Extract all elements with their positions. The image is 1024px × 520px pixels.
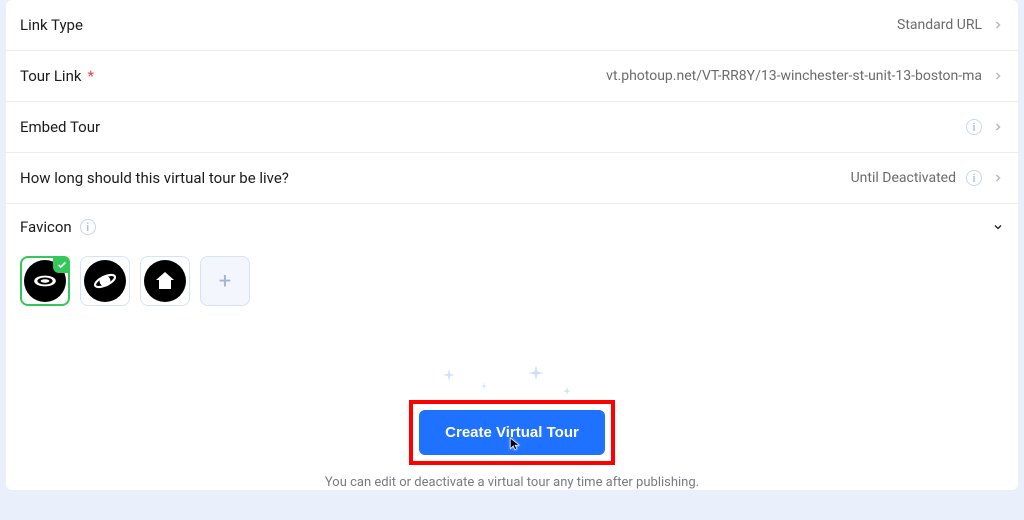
plus-icon: + <box>219 269 231 294</box>
row-duration[interactable]: How long should this virtual tour be liv… <box>6 153 1018 204</box>
highlight-box: Create Virtual Tour <box>409 400 615 465</box>
chevron-right-icon <box>992 121 1004 133</box>
house-icon <box>144 260 186 302</box>
info-icon[interactable]: i <box>80 219 96 235</box>
link-type-label: Link Type <box>20 16 83 34</box>
row-tour-link[interactable]: Tour Link * vt.photoup.net/VT-RR8Y/13-wi… <box>6 51 1018 102</box>
chevron-right-icon <box>992 70 1004 82</box>
favicon-section: Favicon i <box>6 204 1018 328</box>
info-icon[interactable]: i <box>966 119 982 135</box>
settings-card: Link Type Standard URL Tour Link * vt.ph… <box>6 0 1018 490</box>
info-icon[interactable]: i <box>966 170 982 186</box>
cursor-icon <box>508 437 522 451</box>
duration-label: How long should this virtual tour be liv… <box>20 169 289 187</box>
duration-value: Until Deactivated <box>851 170 956 186</box>
required-marker: * <box>87 67 93 85</box>
row-link-type[interactable]: Link Type Standard URL <box>6 0 1018 51</box>
favicon-label: Favicon <box>20 218 72 236</box>
tour-link-label: Tour Link <box>20 67 81 85</box>
chevron-down-icon <box>992 221 1004 233</box>
footer: Create Virtual Tour You can edit or deac… <box>6 328 1018 490</box>
favicon-option-orbit[interactable] <box>80 256 130 306</box>
create-virtual-tour-button[interactable]: Create Virtual Tour <box>419 410 605 455</box>
sparkle-decoration <box>432 364 592 404</box>
footer-hint: You can edit or deactivate a virtual tou… <box>6 475 1018 490</box>
favicon-add-button[interactable]: + <box>200 256 250 306</box>
chevron-right-icon <box>992 172 1004 184</box>
embed-tour-label: Embed Tour <box>20 118 100 136</box>
row-embed-tour[interactable]: Embed Tour i <box>6 102 1018 153</box>
orbit-icon <box>84 260 126 302</box>
favicon-header[interactable]: Favicon i <box>20 218 1004 236</box>
favicon-options: + <box>20 256 1004 306</box>
link-type-value: Standard URL <box>897 17 982 33</box>
favicon-option-house[interactable] <box>140 256 190 306</box>
check-icon <box>53 256 70 273</box>
favicon-option-vr[interactable] <box>20 256 70 306</box>
chevron-right-icon <box>992 19 1004 31</box>
tour-link-value: vt.photoup.net/VT-RR8Y/13-winchester-st-… <box>606 68 982 84</box>
